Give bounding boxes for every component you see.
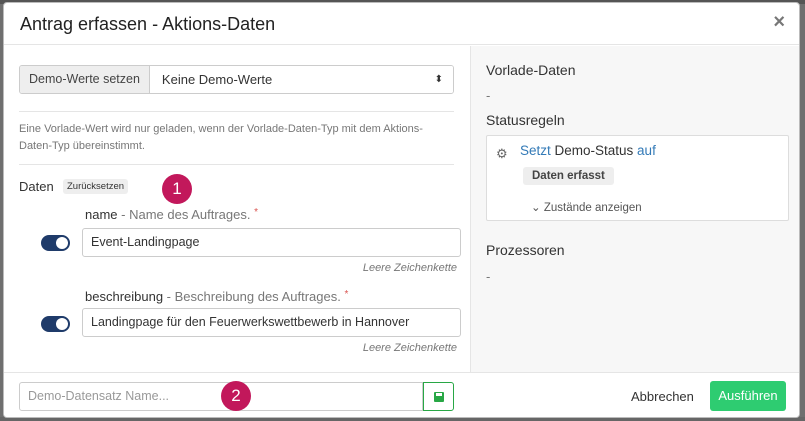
- required-marker: *: [254, 207, 259, 218]
- show-states-link[interactable]: ⌄ Zustände anzeigen: [531, 200, 642, 214]
- select-caret-icon: ⬍: [434, 74, 443, 85]
- execute-button[interactable]: Ausführen: [710, 381, 786, 411]
- demo-values-select-group[interactable]: Demo-Werte setzen Keine Demo-Werte ⬍: [19, 65, 454, 94]
- status-rule-card: ⚙ Setzt Demo-Status auf Daten erfasst ⌄ …: [486, 135, 789, 221]
- info-column: Vorlade-Daten - Statusregeln ⚙ Setzt Dem…: [470, 46, 799, 372]
- save-disk-icon: [434, 392, 444, 402]
- cancel-button[interactable]: Abbrechen: [626, 382, 699, 411]
- beschreibung-input[interactable]: Landingpage für den Feuerwerkswettbewerb…: [82, 308, 461, 337]
- demo-values-select[interactable]: Keine Demo-Werte ⬍: [149, 66, 453, 93]
- preload-data-heading: Vorlade-Daten: [486, 62, 576, 78]
- data-section-label: Daten: [19, 179, 54, 194]
- modal-footer: Demo-Datensatz Name... 2 Abbrechen Ausfü…: [4, 372, 799, 417]
- demo-values-selected: Keine Demo-Werte: [161, 72, 273, 87]
- modal-title: Antrag erfassen - Aktions-Daten: [20, 14, 276, 34]
- preload-info-text: Eine Vorlade-Wert wird nur geladen, wenn…: [19, 123, 423, 152]
- processors-heading: Prozessoren: [486, 242, 565, 258]
- toggle-knob: [56, 237, 68, 249]
- empty-string-hint[interactable]: Leere Zeichenkette: [363, 262, 457, 274]
- gear-icon: ⚙: [496, 146, 508, 161]
- divider: [19, 111, 454, 112]
- annotation-marker-1: 1: [162, 174, 192, 204]
- rule-keyword-set: Setzt: [520, 143, 551, 158]
- state-badge: Daten erfasst: [523, 167, 614, 185]
- reset-button[interactable]: Zurücksetzen: [63, 179, 129, 194]
- field-description: - Name des Auftrages.: [117, 207, 251, 222]
- status-rules-heading: Statusregeln: [486, 112, 565, 128]
- close-button[interactable]: ×: [773, 11, 785, 34]
- required-marker: *: [344, 289, 349, 300]
- save-button[interactable]: [423, 382, 454, 411]
- status-rule-text: Setzt Demo-Status auf: [520, 143, 656, 158]
- empty-string-hint[interactable]: Leere Zeichenkette: [363, 342, 457, 354]
- field-name: beschreibung: [85, 289, 164, 304]
- field-description: - Beschreibung des Auftrages.: [163, 289, 341, 304]
- field-toggle-beschreibung[interactable]: [41, 316, 70, 332]
- field-toggle-name[interactable]: [41, 235, 70, 251]
- toggle-knob: [56, 318, 68, 330]
- rule-status-name: Demo-Status: [550, 143, 638, 158]
- field-label-beschreibung: beschreibung - Beschreibung des Auftrage…: [85, 289, 348, 304]
- field-label-name: name - Name des Auftrages. *: [85, 207, 258, 222]
- field-name: name: [85, 207, 118, 222]
- action-data-modal: Antrag erfassen - Aktions-Daten × Demo-W…: [3, 2, 800, 418]
- rule-keyword-on: auf: [637, 143, 656, 158]
- divider: [19, 164, 454, 165]
- form-column: Demo-Werte setzen Keine Demo-Werte ⬍ Ein…: [4, 46, 470, 372]
- name-input[interactable]: Event-Landingpage: [82, 228, 461, 257]
- preload-data-value: -: [486, 88, 491, 103]
- modal-header: Antrag erfassen - Aktions-Daten ×: [4, 3, 799, 45]
- processors-value: -: [486, 269, 491, 284]
- demo-values-addon: Demo-Werte setzen: [20, 66, 150, 93]
- annotation-marker-2: 2: [221, 381, 251, 411]
